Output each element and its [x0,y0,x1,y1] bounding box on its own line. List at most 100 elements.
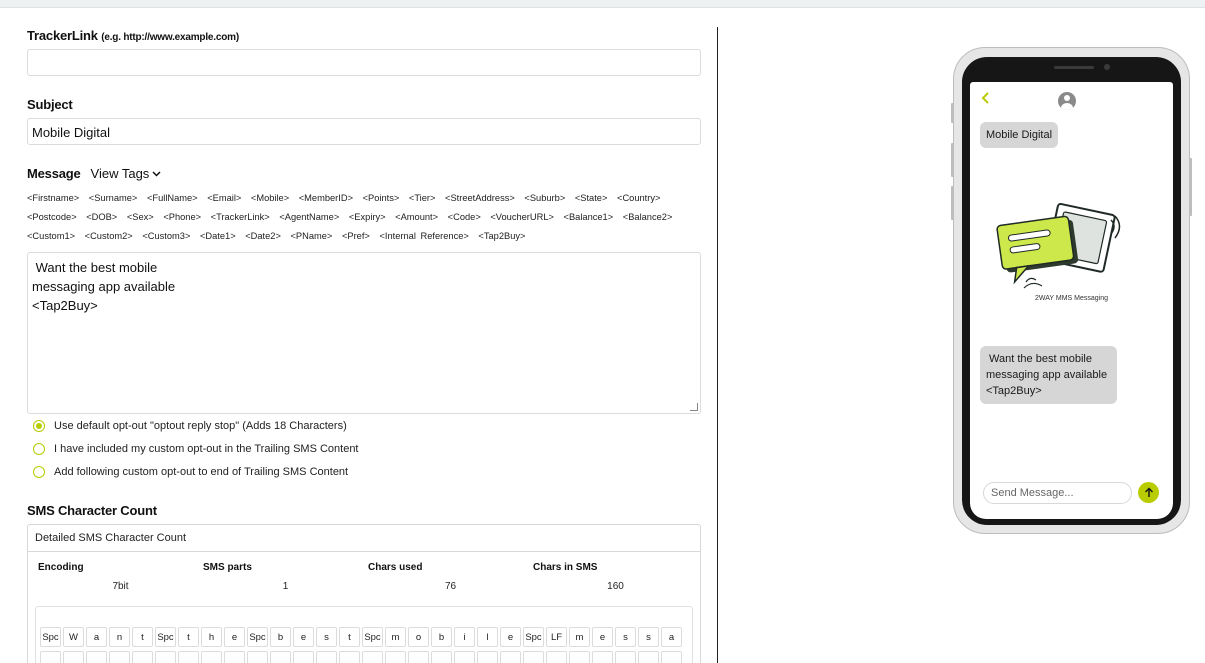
image-caption: 2WAY MMS Messaging [1034,295,1108,302]
contact-avatar-icon [1058,92,1076,110]
character-cell: Spc [247,627,268,647]
merge-tag[interactable]: <StreetAddress> [445,193,515,203]
optout-custom-included-option[interactable]: I have included my custom opt-out in the… [33,443,701,455]
sms-count-label: SMS Character Count [27,503,157,518]
character-cell [40,651,61,663]
radio-selected-icon[interactable] [33,420,45,432]
optout-default-option[interactable]: Use default opt-out "optout reply stop" … [33,420,701,432]
sms-parts-value: 1 [282,581,289,592]
merge-tag[interactable]: <Surname> [89,193,138,203]
merge-tag[interactable]: <Date1> [200,231,236,241]
character-cell [592,651,613,663]
optout-custom-append-option[interactable]: Add following custom opt-out to end of T… [33,466,701,478]
merge-tag[interactable]: <DOB> [86,212,117,222]
sms-count-box: Detailed SMS Character Count Encoding SM… [27,524,701,663]
merge-tag[interactable]: <Points> [363,193,400,203]
character-cell: Spc [362,627,383,647]
phone-side-button [951,143,954,177]
merge-tag[interactable]: <FullName> [147,193,198,203]
merge-tag[interactable]: <Country> [617,193,660,203]
camera-icon [1104,64,1110,70]
merge-tag[interactable]: <Custom1> [27,231,75,241]
merge-tag[interactable]: <Balance2> [623,212,673,222]
radio-icon[interactable] [33,466,45,478]
character-row: Spc Wa n t Spc t h e Spc b e s t Spc m o b i l e Spc LF m e s s a [40,627,688,647]
tracker-link-input[interactable] [27,49,701,76]
send-message-input[interactable]: Send Message... [983,482,1132,504]
arrow-up-icon [1144,487,1153,497]
optout-options: Use default opt-out "optout reply stop" … [27,420,701,478]
merge-tag[interactable]: <AgentName> [279,212,339,222]
merge-tag[interactable]: <Email> [207,193,241,203]
character-cell [201,651,222,663]
merge-tag[interactable]: <Postcode> [27,212,77,222]
character-cell: LF [546,627,567,647]
merge-tag[interactable]: <TrackerLink> [211,212,270,222]
character-cell: e [224,627,245,647]
chevron-down-icon [152,170,161,177]
campaign-form: TrackerLink (e.g. http://www.example.com… [27,28,701,663]
merge-tag[interactable]: <Firstname> [27,193,79,203]
message-textarea[interactable]: Want the best mobile messaging app avail… [27,252,701,414]
send-button[interactable] [1138,482,1159,503]
messaging-illustration-icon [996,202,1121,289]
character-cell: e [592,627,613,647]
phone-power-button [1189,158,1192,216]
character-cell: a [661,627,682,647]
character-cell: W [63,627,84,647]
subject-input[interactable]: Mobile Digital [27,118,701,145]
merge-tag[interactable]: <VoucherURL> [490,212,554,222]
merge-tag[interactable]: <MemberID> [299,193,353,203]
merge-tag[interactable]: <Tap2Buy> [478,231,525,241]
merge-tag[interactable]: <Amount> [395,212,438,222]
character-cell: t [178,627,199,647]
encoding-header: Encoding [38,562,84,573]
merge-tag[interactable]: <Suburb> [524,193,565,203]
character-cell: n [109,627,130,647]
character-cell [132,651,153,663]
merge-tag[interactable]: <Internal Reference> [379,231,468,241]
merge-tag[interactable]: <Code> [448,212,481,222]
character-cell: t [132,627,153,647]
character-cell: s [638,627,659,647]
merge-tag[interactable]: <Mobile> [251,193,289,203]
merge-tag[interactable]: <PName> [291,231,333,241]
character-cell: a [86,627,107,647]
phone-side-button [951,103,954,123]
character-cell: e [500,627,521,647]
character-cell: i [454,627,475,647]
resize-handle[interactable] [690,403,698,411]
merge-tag[interactable]: <Sex> [127,212,154,222]
subject-bubble: Mobile Digital [980,122,1059,148]
radio-icon[interactable] [33,443,45,455]
merge-tag[interactable]: <Phone> [163,212,201,222]
character-cell [63,651,84,663]
message-line: Want the best mobile [32,260,158,275]
character-cell [661,651,682,663]
merge-tag[interactable]: <State> [575,193,608,203]
view-tags-toggle[interactable]: View Tags [91,166,162,181]
merge-tag[interactable]: <Custom3> [142,231,190,241]
character-cell: Spc [523,627,544,647]
character-cell [454,651,475,663]
character-cell: s [615,627,636,647]
character-cell: b [270,627,291,647]
merge-tag[interactable]: <Date2> [245,231,281,241]
encoding-value: 7bit [112,581,129,592]
merge-tag[interactable]: <Tier> [409,193,436,203]
character-cell: o [408,627,429,647]
chars-used-value: 76 [444,581,457,592]
character-cell [155,651,176,663]
merge-tag[interactable]: <Expiry> [349,212,386,222]
message-label: Message [27,166,81,181]
character-cell [109,651,130,663]
character-cell: m [569,627,590,647]
message-header: Message View Tags [27,166,701,181]
merge-tag[interactable]: <Balance1> [564,212,614,222]
merge-tag[interactable]: <Custom2> [85,231,133,241]
merge-tag[interactable]: <Pref> [342,231,370,241]
chevron-left-icon[interactable] [981,91,990,109]
sms-parts-header: SMS parts [203,562,252,573]
character-cell [385,651,406,663]
chars-in-sms-header: Chars in SMS [533,562,598,573]
